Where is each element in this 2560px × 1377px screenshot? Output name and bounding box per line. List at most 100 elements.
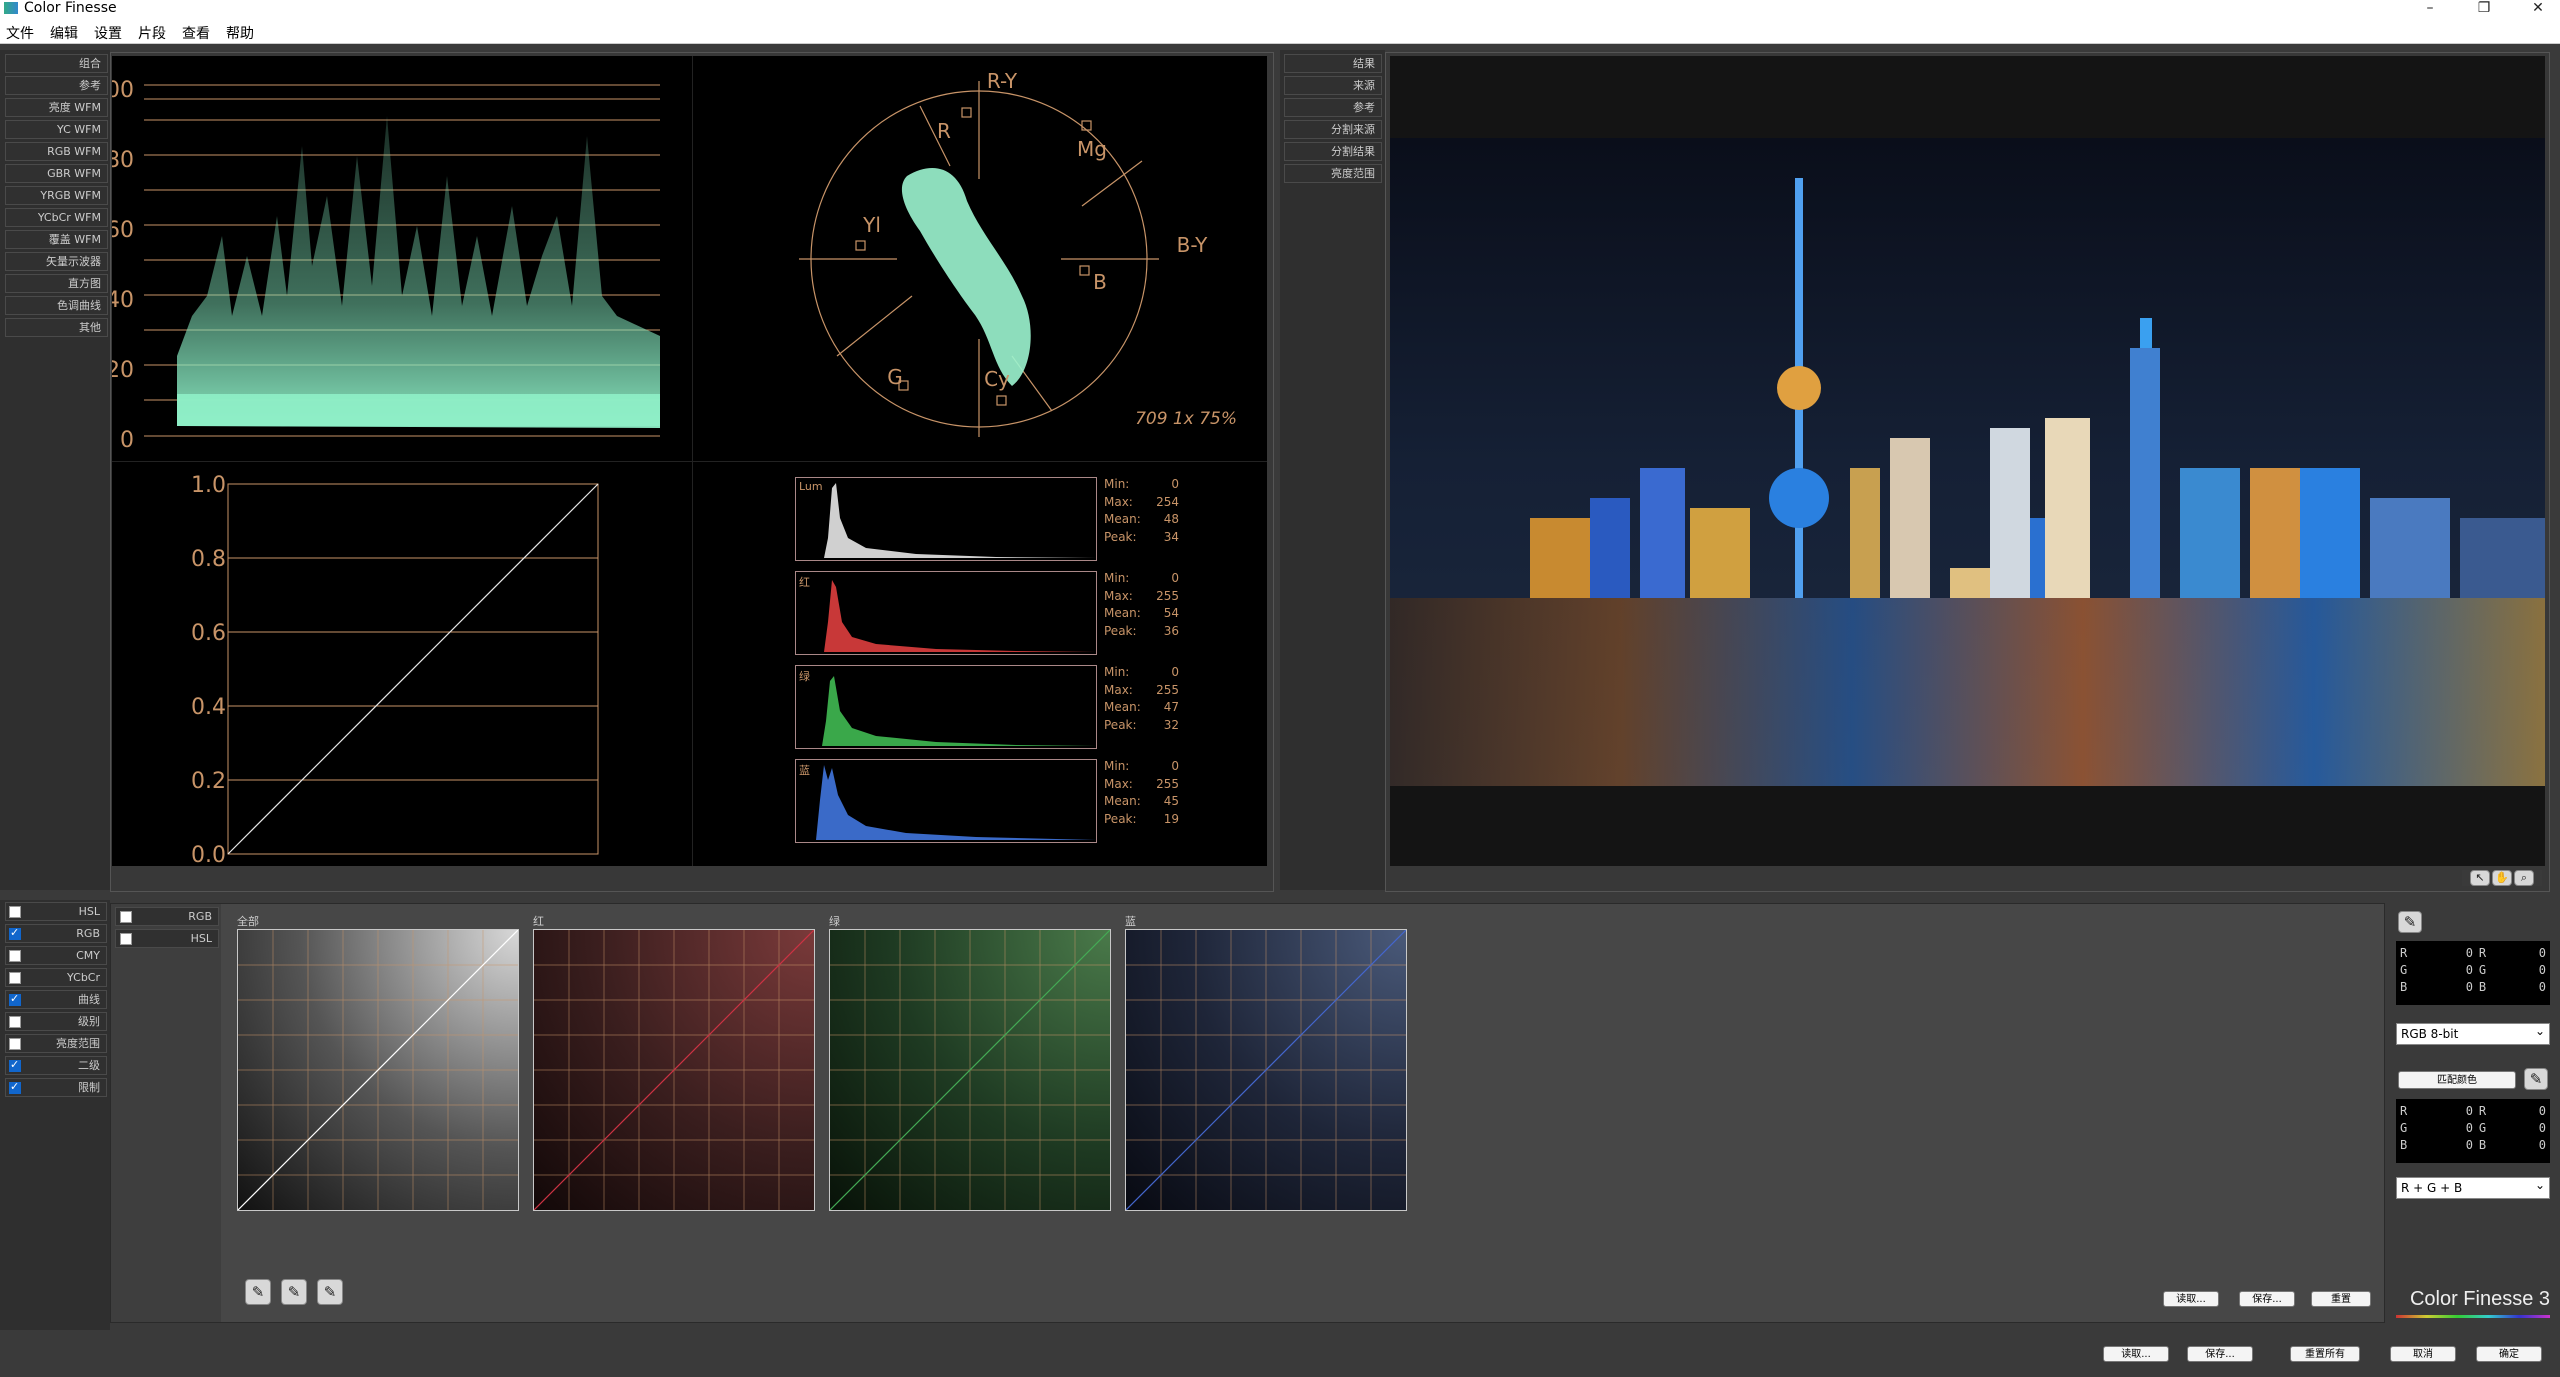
- hand-icon[interactable]: ✋: [2492, 870, 2512, 886]
- color-readout-2: R0R0 G0G0 B0B0: [2396, 1099, 2550, 1163]
- preview-tab-source[interactable]: 来源: [1284, 76, 1382, 95]
- eyedropper-icon[interactable]: ✎: [2398, 911, 2422, 933]
- preview-tab-split-result[interactable]: 分割结果: [1284, 142, 1382, 161]
- curve-tick-0.2: 0.2: [191, 769, 226, 794]
- preview-tab-luma-range[interactable]: 亮度范围: [1284, 164, 1382, 183]
- correction-limit-checkbox[interactable]: [9, 1080, 21, 1094]
- histogram-luma-label: Lum: [799, 480, 823, 493]
- preview-tab-panel: 结果 来源 参考 分割来源 分割结果 亮度范围: [1280, 50, 1385, 890]
- histogram-blue-stats: Min: 0 Max: 255 Mean: 45 Peak: 19: [1104, 759, 1179, 826]
- curve-tick-0.4: 0.4: [191, 695, 226, 720]
- wfm-tick-40: 40: [112, 288, 134, 313]
- vs-label-yl: Yl: [862, 213, 881, 237]
- correction-hsl-checkbox[interactable]: [9, 906, 21, 918]
- title-bar: Color Finesse – ❐ ✕: [0, 0, 2560, 17]
- correction-ycbcr-checkbox[interactable]: [9, 972, 21, 984]
- vs-mode-label: 709 1x 75%: [1135, 409, 1237, 429]
- waveform-monitor: 100 80 60 40 20 0: [112, 78, 660, 453]
- histogram-red-label: 红: [799, 576, 810, 589]
- histogram-red-stats: Min: 0 Max: 255 Mean: 54 Peak: 36: [1104, 571, 1179, 638]
- histogram-green-label: 绿: [799, 670, 810, 683]
- curve-tick-0.6: 0.6: [191, 621, 226, 646]
- scope-tab-yc-wfm[interactable]: YC WFM: [5, 120, 108, 139]
- curve-load-button[interactable]: 读取...: [2163, 1291, 2219, 1307]
- footer-load-button[interactable]: 读取...: [2103, 1346, 2169, 1362]
- curve-tick-0.8: 0.8: [191, 547, 226, 572]
- menu-file[interactable]: 文件: [6, 23, 34, 43]
- menu-view[interactable]: 查看: [182, 23, 210, 43]
- menu-clip[interactable]: 片段: [138, 23, 166, 43]
- tone-curve-graph: 1.0 0.8 0.6 0.4 0.2 0.0: [191, 473, 599, 866]
- curve-editor-red[interactable]: [533, 929, 815, 1211]
- menu-help[interactable]: 帮助: [226, 23, 254, 43]
- menu-settings[interactable]: 设置: [94, 23, 122, 43]
- match-color-button[interactable]: 匹配颜色: [2398, 1071, 2516, 1089]
- curve-editor-blue[interactable]: [1125, 929, 1407, 1211]
- wfm-tick-20: 20: [112, 358, 134, 383]
- correction-levels-checkbox[interactable]: [9, 1016, 21, 1028]
- scope-tab-luma-wfm[interactable]: 亮度 WFM: [5, 98, 108, 117]
- curve-mode-rgb-checkbox[interactable]: [120, 911, 132, 923]
- footer-save-button[interactable]: 保存...: [2187, 1346, 2253, 1362]
- eyedropper-gray-icon[interactable]: ✎: [281, 1279, 307, 1305]
- preview-tab-split-source[interactable]: 分割来源: [1284, 120, 1382, 139]
- maximize-button[interactable]: ❐: [2464, 0, 2504, 17]
- scope-tab-tone-curve[interactable]: 色调曲线: [5, 296, 108, 315]
- wfm-tick-0: 0: [120, 428, 134, 453]
- minimize-button[interactable]: –: [2410, 0, 2450, 17]
- scope-display: 100 80 60 40 20 0 R-Y R Mg Yl B-Y B G Cy…: [112, 56, 1267, 866]
- curve-mode-hsl-checkbox[interactable]: [120, 933, 132, 945]
- footer-cancel-button[interactable]: 取消: [2390, 1346, 2456, 1362]
- histogram-blue-label: 蓝: [799, 764, 810, 777]
- scope-tab-gbr-wfm[interactable]: GBR WFM: [5, 164, 108, 183]
- zoom-icon[interactable]: ⌕: [2514, 870, 2534, 886]
- correction-list: HSL RGB CMY YCbCr 曲线 级别 亮度范围 二级 限制: [0, 900, 110, 1330]
- eyedropper-white-icon[interactable]: ✎: [317, 1279, 343, 1305]
- histogram-red: 红: [795, 571, 1097, 655]
- vs-label-r: R: [937, 119, 951, 143]
- vs-label-ry: R-Y: [987, 69, 1018, 93]
- scope-tab-rgb-wfm[interactable]: RGB WFM: [5, 142, 108, 161]
- footer-ok-button[interactable]: 确定: [2476, 1346, 2542, 1362]
- eyedropper-match-icon[interactable]: ✎: [2524, 1068, 2548, 1090]
- preview-tab-result[interactable]: 结果: [1284, 54, 1382, 73]
- pointer-icon[interactable]: ↖: [2470, 870, 2490, 886]
- close-button[interactable]: ✕: [2518, 0, 2558, 17]
- menu-edit[interactable]: 编辑: [50, 23, 78, 43]
- correction-curves-checkbox[interactable]: [9, 992, 21, 1006]
- scope-tab-reference[interactable]: 参考: [5, 76, 108, 95]
- correction-rgb-checkbox[interactable]: [9, 926, 21, 940]
- curve-editor-green[interactable]: [829, 929, 1111, 1211]
- curve-editor-master[interactable]: [237, 929, 519, 1211]
- vs-label-g: G: [887, 365, 903, 389]
- curve-reset-button[interactable]: 重置: [2311, 1291, 2371, 1307]
- window-title: Color Finesse: [24, 0, 117, 16]
- correction-cmy-checkbox[interactable]: [9, 950, 21, 962]
- vectorscope: R-Y R Mg Yl B-Y B G Cy 709 1x 75%: [799, 69, 1237, 437]
- color-readout-1: R0R0 G0G0 B0B0: [2396, 941, 2550, 1005]
- scope-tab-overlay-wfm[interactable]: 覆盖 WFM: [5, 230, 108, 249]
- eyedropper-black-icon[interactable]: ✎: [245, 1279, 271, 1305]
- curve-save-button[interactable]: 保存...: [2239, 1291, 2295, 1307]
- scope-tab-combo[interactable]: 组合: [5, 54, 108, 73]
- correction-luma-range-checkbox[interactable]: [9, 1038, 21, 1050]
- vs-label-mg: Mg: [1077, 137, 1107, 161]
- product-logo: Color Finesse 3: [2409, 1288, 2550, 1310]
- scope-tab-other[interactable]: 其他: [5, 318, 108, 337]
- preview-tab-reference[interactable]: 参考: [1284, 98, 1382, 117]
- scope-tab-vectorscope[interactable]: 矢量示波器: [5, 252, 108, 271]
- color-format-dropdown[interactable]: RGB 8-bit: [2396, 1021, 2550, 1045]
- scope-tab-panel: 组合 参考 亮度 WFM YC WFM RGB WFM GBR WFM YRGB…: [0, 50, 110, 890]
- scope-tab-ycbcr-wfm[interactable]: YCbCr WFM: [5, 208, 108, 227]
- wfm-tick-60: 60: [112, 218, 134, 243]
- correction-secondary-checkbox[interactable]: [9, 1058, 21, 1072]
- curve-tick-0.0: 0.0: [191, 843, 226, 866]
- scope-tab-yrgb-wfm[interactable]: YRGB WFM: [5, 186, 108, 205]
- wfm-tick-100: 100: [112, 78, 134, 103]
- footer-reset-all-button[interactable]: 重置所有: [2290, 1346, 2360, 1362]
- curve-label-green: 绿: [829, 915, 840, 928]
- scope-tab-histogram[interactable]: 直方图: [5, 274, 108, 293]
- curve-label-master: 全部: [237, 915, 259, 928]
- menu-bar: 文件 编辑 设置 片段 查看 帮助: [0, 17, 2560, 44]
- channel-dropdown[interactable]: R + G + B: [2396, 1175, 2550, 1199]
